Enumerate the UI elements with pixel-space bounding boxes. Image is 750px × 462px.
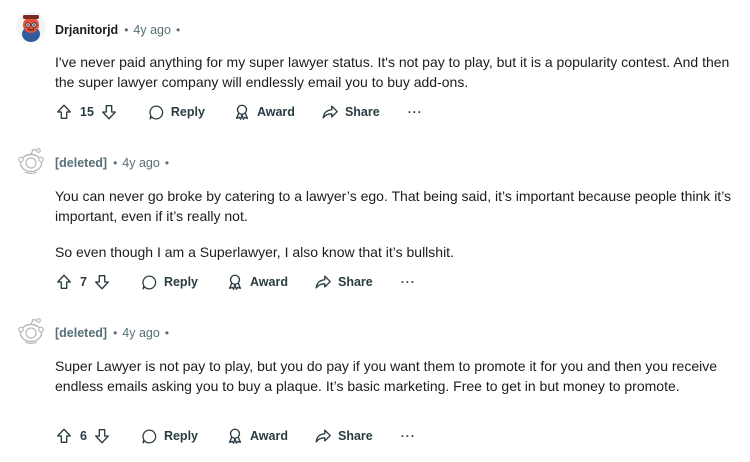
upvote-icon[interactable]	[55, 273, 73, 291]
separator-dot: •	[113, 156, 118, 170]
award-label: Award	[256, 105, 295, 119]
award-ribbon-icon	[226, 427, 244, 445]
reply-button[interactable]: Reply	[141, 274, 198, 291]
username: [deleted]	[55, 156, 108, 170]
reply-button[interactable]: Reply	[141, 428, 198, 445]
downvote-icon[interactable]	[93, 273, 111, 291]
speech-bubble-icon	[148, 104, 165, 121]
comment-meta: [deleted] • 4y ago •	[55, 153, 169, 173]
comment-paragraph: So even though I am a Superlawyer, I als…	[55, 244, 454, 260]
timestamp[interactable]: 4y ago	[122, 156, 160, 170]
vote-score: 15	[80, 105, 94, 119]
more-options-button[interactable]: ···	[401, 429, 416, 443]
award-ribbon-icon	[233, 103, 251, 121]
comment-paragraph: I've never paid anything for my super la…	[55, 54, 730, 90]
comment-body: I've never paid anything for my super la…	[55, 52, 745, 92]
vote-controls: 7	[55, 273, 111, 291]
reply-label: Reply	[163, 275, 198, 289]
share-button[interactable]: Share	[314, 427, 373, 445]
comment-actions: 15 Reply Award Share ···	[55, 100, 423, 124]
separator-dot: •	[124, 23, 129, 37]
more-options-button[interactable]: ···	[401, 275, 416, 289]
reply-button[interactable]: Reply	[148, 104, 205, 121]
deleted-avatar	[16, 146, 46, 176]
award-label: Award	[250, 275, 288, 289]
upvote-icon[interactable]	[55, 103, 73, 121]
speech-bubble-icon	[141, 274, 158, 291]
share-arrow-icon	[314, 273, 332, 291]
award-button[interactable]: Award	[226, 273, 288, 291]
comment-meta: [deleted] • 4y ago •	[55, 323, 169, 343]
speech-bubble-icon	[141, 428, 158, 445]
downvote-icon[interactable]	[93, 427, 111, 445]
comment-body: Super Lawyer is not pay to play, but you…	[55, 356, 745, 396]
share-label: Share	[337, 429, 373, 443]
downvote-icon[interactable]	[100, 103, 118, 121]
award-label: Award	[250, 429, 288, 443]
award-button[interactable]: Award	[226, 427, 288, 445]
more-options-button[interactable]: ···	[408, 105, 423, 119]
vote-score: 6	[80, 429, 87, 443]
award-ribbon-icon	[226, 273, 244, 291]
username: [deleted]	[55, 326, 108, 340]
deleted-avatar	[16, 316, 46, 346]
comment-paragraph: Super Lawyer is not pay to play, but you…	[55, 358, 718, 394]
reply-label: Reply	[170, 105, 205, 119]
share-arrow-icon	[321, 103, 339, 121]
comment-meta: Drjanitorjd • 4y ago •	[55, 20, 180, 40]
share-arrow-icon	[314, 427, 332, 445]
timestamp[interactable]: 4y ago	[133, 23, 171, 37]
vote-controls: 15	[55, 103, 118, 121]
separator-dot: •	[164, 326, 170, 340]
vote-score: 7	[80, 275, 87, 289]
upvote-icon[interactable]	[55, 427, 73, 445]
comment-paragraph: You can never go broke by catering to a …	[55, 188, 732, 224]
share-label: Share	[337, 275, 373, 289]
separator-dot: •	[164, 156, 170, 170]
share-button[interactable]: Share	[321, 103, 380, 121]
vote-controls: 6	[55, 427, 111, 445]
separator-dot: •	[113, 326, 118, 340]
share-label: Share	[344, 105, 380, 119]
timestamp[interactable]: 4y ago	[122, 326, 160, 340]
comment-body: You can never go broke by catering to a …	[55, 186, 745, 262]
comment-actions: 7 Reply Award Share ···	[55, 270, 416, 294]
comment-actions: 6 Reply Award Share ···	[55, 424, 416, 448]
award-button[interactable]: Award	[233, 103, 295, 121]
reply-label: Reply	[163, 429, 198, 443]
separator-dot: •	[175, 23, 181, 37]
share-button[interactable]: Share	[314, 273, 373, 291]
username[interactable]: Drjanitorjd	[55, 23, 118, 37]
user-avatar[interactable]	[16, 12, 46, 42]
